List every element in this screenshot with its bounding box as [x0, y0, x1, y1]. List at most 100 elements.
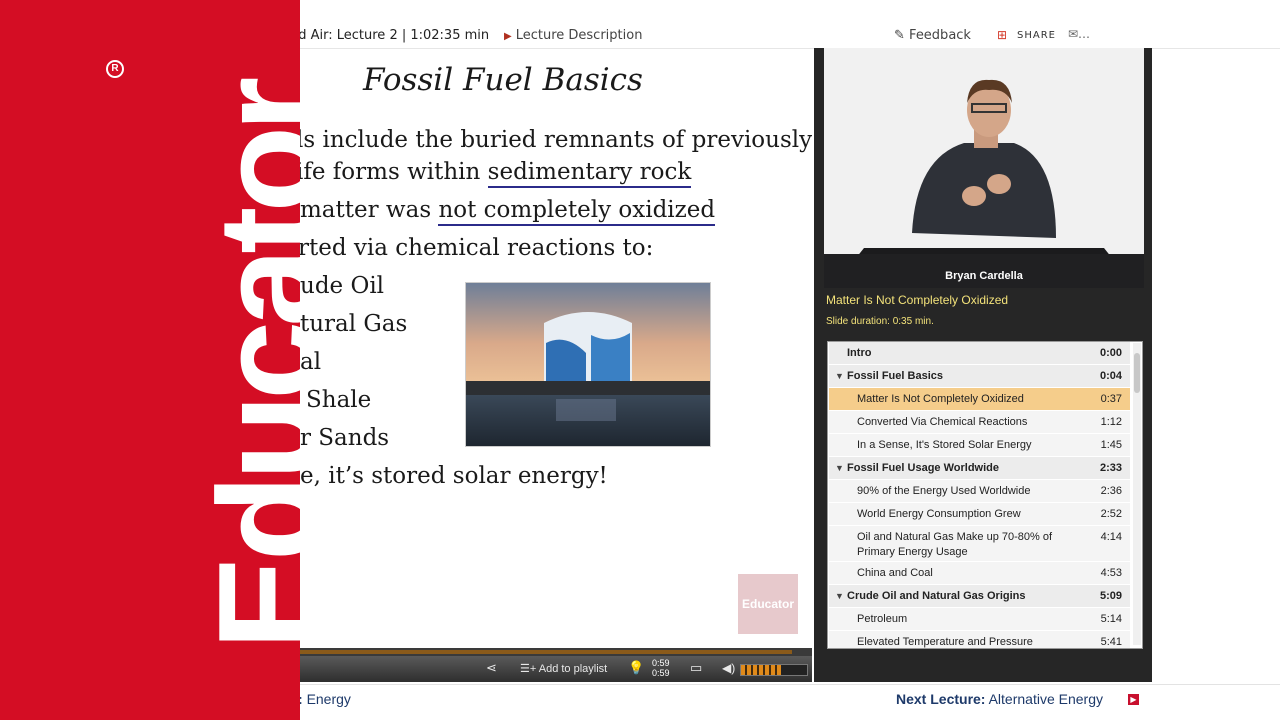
collapse-triangle-icon[interactable]: ▼ — [835, 591, 844, 601]
underlined-text: sedimentary rock — [487, 159, 692, 188]
slide-line: tural Gas — [300, 311, 408, 337]
toc-time: 4:53 — [1100, 567, 1122, 579]
toc-scroll-thumb[interactable] — [1134, 353, 1140, 393]
pencil-icon: ✎ — [894, 28, 905, 43]
toc-label: 90% of the Energy Used Worldwide — [857, 485, 1031, 497]
toc-item[interactable]: Oil and Natural Gas Make up 70-80% of Pr… — [829, 526, 1130, 562]
next-arrow-icon[interactable]: ▶ — [1128, 694, 1139, 705]
feedback-label: Feedback — [909, 28, 971, 43]
toc-label: Oil and Natural Gas Make up 70-80% of Pr… — [857, 531, 1053, 558]
progress-fill — [300, 650, 792, 654]
toc-item[interactable]: World Energy Consumption Grew 2:52 — [829, 503, 1130, 526]
slide-line: ls include the buried remnants of previo… — [300, 127, 812, 153]
toc-time: 1:45 — [1100, 439, 1122, 451]
educator-watermark: Educator — [738, 574, 798, 634]
toc-item[interactable]: China and Coal 4:53 — [829, 562, 1130, 585]
toc-item[interactable]: Converted Via Chemical Reactions 1:12 — [829, 411, 1130, 434]
toc-label: Matter Is Not Completely Oxidized — [857, 393, 1024, 405]
current-time: 0:59 — [652, 658, 670, 668]
toc-time: 0:04 — [1099, 370, 1122, 382]
presenter-name: Bryan Cardella — [945, 270, 1023, 282]
toc-time: 2:36 — [1100, 485, 1122, 497]
email-icon[interactable]: ✉… — [1068, 27, 1090, 41]
total-time: 0:59 — [652, 668, 670, 678]
slide-duration: Slide duration: 0:35 min. — [826, 316, 934, 327]
toc-label: Fossil Fuel Usage Worldwide — [847, 462, 999, 474]
share-icon[interactable]: ⋖ — [486, 660, 497, 676]
slide-text: matter was — [300, 197, 432, 223]
lecture-title: nd Air: Lecture 2 | 1:02:35 min — [290, 28, 490, 43]
add-to-playlist-button[interactable]: ☰+ Add to playlist — [520, 662, 607, 675]
slide-line: ude Oil — [300, 273, 385, 299]
toc-label: Crude Oil and Natural Gas Origins — [847, 590, 1026, 602]
underlined-text: not completely oxidized — [438, 197, 716, 226]
lecture-navigation-bar: : Energy Next Lecture: Alternative Energ… — [298, 684, 1280, 715]
video-progress-bar[interactable] — [300, 648, 812, 656]
toc-label: Intro — [847, 347, 872, 359]
add-to-playlist-label: Add to playlist — [538, 663, 608, 675]
lecture-description-link[interactable]: ▶ Lecture Description — [504, 28, 642, 43]
toc-section[interactable]: ▼ Fossil Fuel Usage Worldwide 2:33 — [829, 457, 1130, 480]
volume-slider[interactable] — [740, 664, 808, 676]
previous-lecture-title: Energy — [306, 691, 351, 707]
volume-level — [741, 665, 781, 675]
toc-label: Fossil Fuel Basics — [847, 370, 943, 382]
plus-square-icon: ⊞ — [997, 28, 1008, 42]
storage-tank-photo — [465, 282, 711, 447]
slide-line: matter was not completely oxidized — [300, 197, 716, 226]
toc-label: Converted Via Chemical Reactions — [857, 416, 1028, 428]
toc-label: Elevated Temperature and Pressure Facili… — [857, 636, 1033, 648]
slide-text: ife forms within — [300, 159, 481, 185]
next-lecture-link[interactable]: Next Lecture: Alternative Energy — [896, 691, 1103, 707]
lecture-slide: Fossil Fuel Basics ls include the buried… — [300, 50, 812, 648]
toc-section[interactable]: ▼ Crude Oil and Natural Gas Origins 5:09 — [829, 585, 1130, 608]
slide-line: ife forms within sedimentary rock — [300, 159, 692, 188]
presenter-video[interactable] — [824, 48, 1144, 288]
toc-time: 0:00 — [1099, 347, 1122, 359]
toc-label: China and Coal — [857, 567, 933, 579]
collapse-triangle-icon[interactable]: ▼ — [835, 371, 844, 381]
previous-lecture-link[interactable]: : Energy — [298, 691, 351, 707]
toc-time: 2:52 — [1100, 508, 1122, 520]
playlist-icon: ☰+ — [520, 663, 539, 675]
toc-item[interactable]: Matter Is Not Completely Oxidized 0:37 — [829, 388, 1130, 411]
share-button[interactable]: SHARE — [1017, 30, 1056, 41]
toc-time: 5:09 — [1099, 590, 1122, 602]
toc-label: World Energy Consumption Grew — [857, 508, 1021, 520]
toc-time: 5:14 — [1100, 613, 1122, 625]
slide-line: al — [300, 349, 322, 375]
toc-time: 4:14 — [1100, 531, 1122, 543]
presenter-illustration — [824, 48, 1144, 288]
fullscreen-icon[interactable]: ▭ — [690, 660, 702, 676]
toc-item[interactable]: Elevated Temperature and Pressure Facili… — [829, 631, 1130, 648]
time-display: 0:59 0:59 — [652, 658, 670, 678]
toc-time: 0:37 — [1100, 393, 1122, 405]
toc-item[interactable]: In a Sense, It's Stored Solar Energy 1:45 — [829, 434, 1130, 457]
lecture-info-bar: nd Air: Lecture 2 | 1:02:35 min ▶ Lecture… — [290, 24, 1280, 49]
feedback-link[interactable]: ✎ Feedback — [894, 28, 971, 43]
toc-section[interactable]: Intro 0:00 — [829, 342, 1130, 365]
toc-item[interactable]: Petroleum 5:14 — [829, 608, 1130, 631]
slide-title: Fossil Fuel Basics — [363, 62, 643, 98]
slide-line: r Sands — [300, 425, 390, 451]
collapse-triangle-icon[interactable]: ▼ — [835, 463, 844, 473]
toc-scrollbar[interactable] — [1133, 343, 1141, 645]
storage-tank-illustration — [466, 283, 710, 446]
slide-line: Shale — [306, 387, 372, 413]
lightbulb-icon[interactable]: 💡 — [628, 660, 644, 676]
next-lecture-title: Alternative Energy — [988, 691, 1103, 707]
toc-item[interactable]: 90% of the Energy Used Worldwide 2:36 — [829, 480, 1130, 503]
next-lecture-prefix: Next Lecture: — [896, 691, 986, 707]
speaker-icon[interactable]: ◀) — [722, 661, 735, 675]
toc-time: 2:33 — [1099, 462, 1122, 474]
triangle-right-icon: ▶ — [504, 31, 512, 42]
brand-sidebar: Educator R — [0, 0, 300, 720]
player-controls: ⋖ ☰+ Add to playlist 💡 0:59 0:59 ▭ ◀) — [300, 656, 812, 682]
toc-time: 1:12 — [1100, 416, 1122, 428]
toc-label: Petroleum — [857, 613, 908, 625]
slide-line: rted via chemical reactions to: — [300, 235, 654, 261]
toc-section[interactable]: ▼ Fossil Fuel Basics 0:04 — [829, 365, 1130, 388]
table-of-contents[interactable]: Intro 0:00 ▼ Fossil Fuel Basics 0:04 Matter I… — [827, 341, 1143, 649]
registered-mark: R — [106, 60, 124, 78]
toc-label: In a Sense, It's Stored Solar Energy — [857, 439, 1032, 451]
